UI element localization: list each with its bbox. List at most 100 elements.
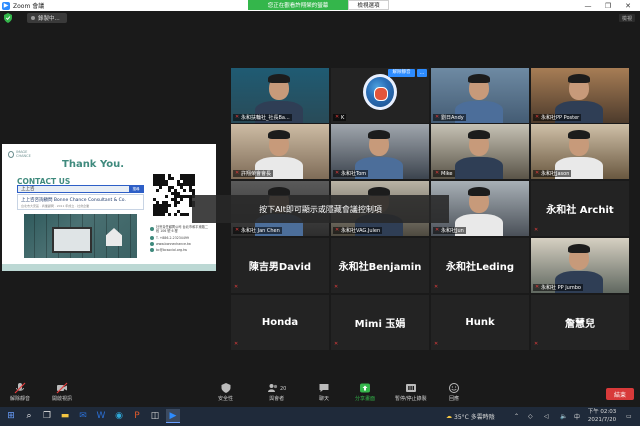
powerpoint-icon[interactable]: P	[130, 409, 144, 423]
mic-muted-icon: ✕	[335, 114, 340, 120]
participant-name: 許翔榮會會長	[241, 171, 272, 177]
controls-tip: 按下Alt即可顯示或隱藏會議控制項	[192, 195, 449, 223]
store-icon[interactable]: ◫	[148, 409, 162, 423]
participant-name: 永和扶輪社_社長Ba...	[241, 115, 290, 121]
ime-indicator[interactable]: 中	[574, 409, 580, 423]
participant-body	[455, 157, 503, 179]
video-tile[interactable]: ✕ 永和社Tom	[331, 124, 429, 179]
participant-name: 永和社 Jan Chen	[241, 228, 280, 234]
more-options-icon[interactable]: …	[417, 69, 427, 77]
minimize-button[interactable]: —	[578, 0, 598, 11]
video-tile[interactable]: … 解除靜音 ✕ K	[331, 68, 429, 123]
participant-name: 永和社PP Poster	[541, 115, 580, 121]
volume-icon[interactable]: ◁	[544, 409, 549, 423]
system-clock[interactable]: 下午 02:03 2021/7/20	[583, 408, 621, 425]
task-view-icon[interactable]: ❐	[40, 409, 54, 423]
phone-icon	[150, 235, 154, 240]
video-tile[interactable]: ✕ 永和扶輪社_社長Ba...	[231, 68, 329, 123]
share-screen-icon	[360, 383, 370, 393]
record-button[interactable]: 暫停/停止錄製	[395, 382, 427, 406]
participant-name-tag: ✕ 永和社Tom	[333, 170, 369, 177]
view-button[interactable]: 檢視	[619, 14, 635, 22]
app-title: Zoom 會議	[13, 3, 45, 10]
rotary-logo-icon	[363, 74, 397, 110]
mic-muted-icon: ✕	[535, 114, 540, 120]
mic-muted-icon: ✕	[435, 227, 440, 233]
unmute-button[interactable]: 解除靜音	[10, 382, 30, 406]
recording-indicator[interactable]: 錄製中...	[27, 13, 67, 23]
video-tile[interactable]: Mimi 玉娟 ✕	[331, 295, 429, 350]
mic-muted-icon: ✕	[435, 170, 440, 176]
edge-icon[interactable]: ◉	[112, 409, 126, 423]
participant-name: Mike	[441, 170, 453, 177]
video-tile[interactable]: ✕ 永和社 PP Jumbo	[531, 238, 629, 293]
video-tile[interactable]: Honda ✕	[231, 295, 329, 350]
participants-button[interactable]: 20 與會者	[267, 382, 286, 406]
chat-button[interactable]: 聊天	[318, 382, 330, 406]
mic-muted-icon: ✕	[435, 114, 440, 120]
shared-screen[interactable]: IMAGE CHANCE Thank You. CONTACT US 上上咨 搜…	[2, 144, 216, 271]
video-tile[interactable]: 詹慧兒 ✕	[531, 295, 629, 350]
shared-search-box: 上上咨 搜尋	[17, 185, 144, 193]
start-video-button[interactable]: 開啟視訊	[52, 382, 72, 406]
end-meeting-button[interactable]: 結束	[606, 388, 634, 400]
result-subtitle: 台北市大安區 · 商業顧問 · 2011 年成立 · 社會企業	[21, 204, 90, 208]
notifications-icon[interactable]: ▭	[626, 409, 632, 423]
clock-time: 下午 02:03	[587, 409, 617, 415]
network-icon[interactable]: ◇	[528, 409, 533, 423]
pause-stop-icon	[405, 384, 416, 392]
shield-icon[interactable]	[4, 13, 12, 23]
video-tile[interactable]: ✕ 永和社PP Poster	[531, 68, 629, 123]
video-tile[interactable]: ✕ 永和社Jason	[531, 124, 629, 179]
word-icon[interactable]: W	[94, 409, 108, 423]
reaction-icon	[449, 383, 459, 393]
video-tile[interactable]: ✕ 劉日Andy	[431, 68, 529, 123]
outlook-icon[interactable]: ✉	[76, 409, 90, 423]
recording-label: 錄製中...	[38, 16, 60, 22]
mic-muted-icon: ✕	[534, 227, 539, 233]
participants-icon	[268, 384, 278, 392]
close-button[interactable]: ✕	[618, 0, 638, 11]
weather-icon: ☁	[446, 412, 452, 420]
video-tile[interactable]: 永和社Benjamin ✕	[331, 238, 429, 293]
windows-start-icon[interactable]: ⊞	[4, 409, 18, 423]
weather-widget[interactable]: ☁ 35°C 多雲時陰	[446, 409, 495, 423]
mic-muted-icon: ✕	[334, 284, 339, 290]
mic-muted-icon: ✕	[535, 284, 540, 290]
maximize-button[interactable]: ❐	[598, 0, 618, 11]
web-icon	[150, 242, 154, 247]
zoom-logo-icon: ▶	[2, 1, 10, 10]
video-tile[interactable]: ✕ 許翔榮會會長	[231, 124, 329, 179]
video-tile[interactable]: ✕ Mike	[431, 124, 529, 179]
participant-name: 劉日Andy	[441, 115, 464, 121]
house-icon	[106, 228, 122, 246]
participant-name: Mimi 玉娟	[354, 319, 406, 330]
contact-info: 社會責任顧問公司 台北市和平東路二段 106 號 6 樓 T. +886-2-2…	[150, 225, 210, 254]
shield-icon	[221, 383, 230, 393]
video-tile[interactable]: Hunk ✕	[431, 295, 529, 350]
search-icon[interactable]: ⌕	[22, 409, 36, 423]
qr-code-icon	[153, 174, 195, 216]
shared-footer-bar	[2, 264, 216, 271]
share-screen-button[interactable]: 分享畫面	[355, 382, 375, 406]
zoom-window: ▶ Zoom 會議 您正在觀看許翔榮的螢幕 檢視選項 — ❐ ✕ 錄製中... …	[0, 0, 640, 426]
view-options-button[interactable]: 檢視選項	[348, 0, 389, 10]
weather-text: 35°C 多雲時陰	[454, 413, 495, 421]
tray-up-arrow-icon[interactable]: ⌃	[514, 409, 519, 423]
shared-search-result: 上上咨咨詢顧問 Bonne Chance Consultant & Co. 台北…	[17, 194, 144, 210]
unmute-participant-button[interactable]: 解除靜音	[388, 69, 415, 77]
speaker-icon[interactable]: 🔈	[560, 409, 567, 423]
video-tile[interactable]: 陳吉男David ✕	[231, 238, 329, 293]
video-tile[interactable]: 永和社 Archit ✕	[531, 181, 629, 236]
video-tile[interactable]: 永和社Leding ✕	[431, 238, 529, 293]
camera-off-icon	[56, 382, 68, 394]
mic-muted-icon	[14, 382, 26, 394]
security-button[interactable]: 安全性	[218, 382, 233, 406]
zoom-taskbar-icon[interactable]: ▶	[166, 409, 180, 423]
reactions-button[interactable]: 回應	[448, 382, 460, 406]
mic-muted-icon: ✕	[234, 341, 239, 347]
participant-name: 永和社 PP Jumbo	[541, 285, 581, 291]
file-explorer-icon[interactable]: ▬	[58, 409, 72, 423]
mic-muted-icon: ✕	[534, 341, 539, 347]
mic-muted-icon: ✕	[335, 227, 340, 233]
